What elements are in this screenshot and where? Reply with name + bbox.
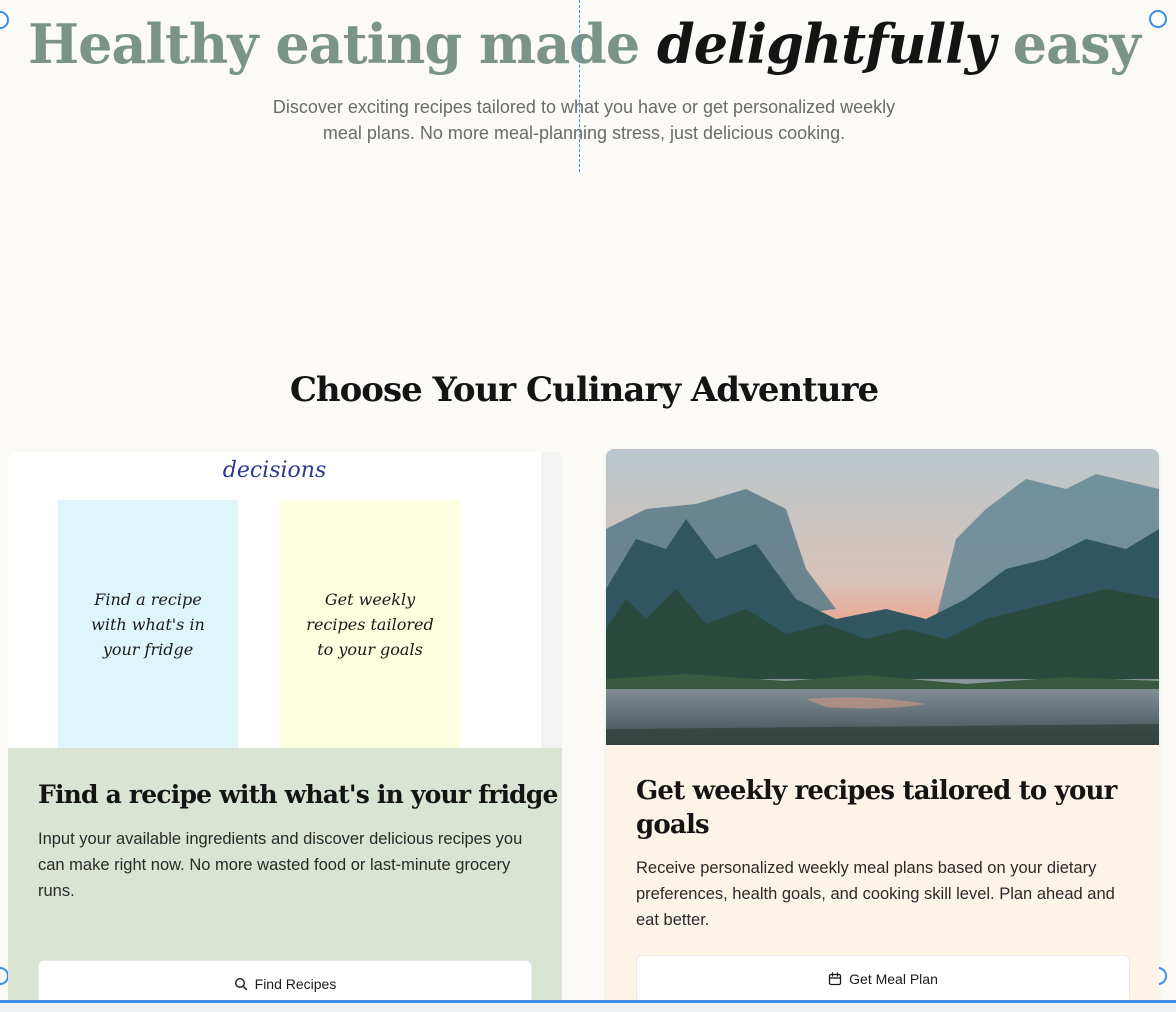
illustration-canvas: ~ ~ ~ ~ ~ ~ ~ decisions Find a recipe wi… [8,452,541,748]
get-meal-plan-button[interactable]: Get Meal Plan [636,955,1130,1003]
mountain-landscape-image [606,449,1159,745]
recipe-card: ~ ~ ~ ~ ~ ~ ~ decisions Find a recipe wi… [8,452,562,1012]
recipe-card-illustration: ~ ~ ~ ~ ~ ~ ~ decisions Find a recipe wi… [8,452,562,748]
calendar-icon [828,972,842,986]
meal-plan-card-title: Get weekly recipes tailored to your goal… [636,776,1117,840]
hero-title: Healthy eating made delightfully easy [0,12,1168,76]
canvas-bottom-strip [0,1003,1176,1012]
hero-subtitle: Discover exciting recipes tailored to wh… [272,97,896,143]
recipe-card-description: Input your available ingredients and dis… [38,830,523,900]
resize-handle-top-right[interactable] [1149,10,1167,28]
meal-plan-card: Get weekly recipes tailored to your goal… [606,449,1159,1012]
hero-title-accent: delightfully [657,12,996,76]
alignment-guide [579,0,580,172]
get-meal-plan-label: Get Meal Plan [849,971,938,987]
meal-plan-card-description: Receive personalized weekly meal plans b… [636,859,1115,929]
section-title: Choose Your Culinary Adventure [289,370,879,410]
illustration-option-weekly: Get weekly recipes tailored to your goal… [280,500,460,748]
illustration-option-fridge: Find a recipe with what's in your fridge [58,500,238,748]
hero-title-end: easy [995,12,1141,76]
find-recipes-label: Find Recipes [254,976,337,992]
illustration-caption: decisions [222,458,327,483]
hero-title-main: Healthy eating made [28,12,657,76]
search-icon [234,977,247,991]
recipe-card-title: Find a recipe with what's in your fridge [38,780,558,809]
